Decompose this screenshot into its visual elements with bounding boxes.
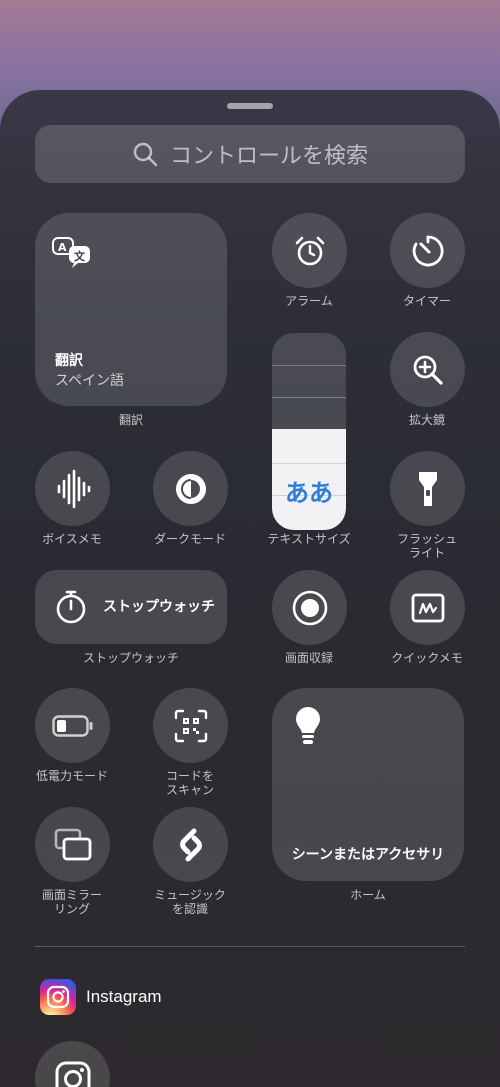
shazam-button[interactable] xyxy=(153,807,228,882)
lightbulb-icon xyxy=(296,707,320,744)
translate-title: 翻訳 xyxy=(55,353,83,369)
screen-record-button[interactable] xyxy=(272,570,347,645)
timer-icon xyxy=(412,235,444,266)
quick-note-icon xyxy=(411,593,444,622)
search-field[interactable]: コントロールを検索 xyxy=(35,125,465,183)
timer-label: タイマー xyxy=(402,294,451,308)
translate-subtitle: スペイン語 xyxy=(55,373,125,389)
code-scanner-button[interactable] xyxy=(153,688,228,763)
translate-tile[interactable]: A 文 翻訳 スペイン語 xyxy=(35,213,227,406)
low-power-button[interactable] xyxy=(35,688,110,763)
quick-note-button[interactable] xyxy=(390,570,465,645)
stopwatch-title: ストップウォッチ xyxy=(103,599,215,615)
alarm-icon xyxy=(295,236,324,265)
alarm-button[interactable] xyxy=(272,213,347,288)
qr-code-icon xyxy=(174,709,207,742)
shazam-icon xyxy=(179,828,202,861)
svg-text:文: 文 xyxy=(74,249,86,263)
screen-mirroring-button[interactable] xyxy=(35,807,110,882)
timer-button[interactable] xyxy=(390,213,465,288)
app-section-title: Instagram xyxy=(86,987,162,1006)
translate-icon: A 文 xyxy=(52,237,90,268)
voice-memo-button[interactable] xyxy=(35,451,110,526)
instagram-icon xyxy=(55,1061,90,1087)
app-section-header: Instagram xyxy=(40,979,162,1015)
stopwatch-label: ストップウォッチ xyxy=(82,651,179,665)
flashlight-button[interactable] xyxy=(390,451,465,526)
section-divider xyxy=(35,946,465,947)
translate-label: 翻訳 xyxy=(118,413,143,427)
low-power-label: 低電力モード xyxy=(35,769,108,783)
flashlight-label: フラッシュ ライト xyxy=(396,532,457,560)
dark-mode-icon xyxy=(175,473,206,504)
stopwatch-icon xyxy=(56,590,86,624)
home-title: シーンまたはアクセサリ xyxy=(291,847,445,863)
screen-mirroring-icon xyxy=(54,828,91,860)
text-size-sample: ああ xyxy=(285,479,333,507)
screen-record-label: 画面収録 xyxy=(284,651,333,665)
dark-mode-label: ダークモード xyxy=(153,532,226,546)
alarm-label: アラーム xyxy=(285,294,333,308)
stopwatch-tile[interactable]: ストップウォッチ xyxy=(35,570,227,644)
search-placeholder: コントロールを検索 xyxy=(169,144,368,169)
text-size-slider[interactable]: ああ xyxy=(272,333,346,530)
home-label: ホーム xyxy=(350,888,386,902)
magnifier-label: 拡大鏡 xyxy=(408,413,445,427)
flashlight-icon xyxy=(418,471,437,506)
dark-mode-button[interactable] xyxy=(153,451,228,526)
magnifier-icon xyxy=(413,355,443,385)
quick-note-label: クイックメモ xyxy=(391,651,463,665)
magnifier-button[interactable] xyxy=(390,332,465,407)
instagram-icon xyxy=(40,979,76,1015)
record-icon xyxy=(292,590,327,625)
waveform-icon xyxy=(57,469,90,508)
battery-icon xyxy=(51,714,92,737)
home-tile[interactable]: シーンまたはアクセサリ xyxy=(272,688,464,881)
voice-memo-label: ボイスメモ xyxy=(42,532,102,546)
code-scanner-label: コードを スキャン xyxy=(165,769,214,797)
shazam-label: ミュージック を認識 xyxy=(154,888,226,916)
screen-mirroring-label: 画面ミラー リング xyxy=(41,888,102,916)
svg-text:A: A xyxy=(58,241,67,254)
text-size-label: テキストサイズ xyxy=(267,532,351,546)
search-icon xyxy=(133,142,158,167)
sheet-grabber[interactable] xyxy=(227,103,273,109)
